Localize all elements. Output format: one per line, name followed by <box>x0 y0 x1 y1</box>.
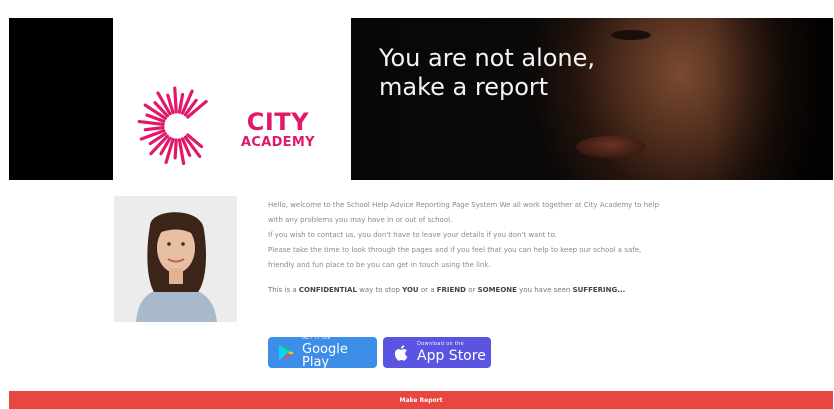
logo-ray <box>173 138 178 160</box>
hero-banner: CITY ACADEMY You are not alone, make a r… <box>9 18 833 180</box>
logo-panel: CITY ACADEMY <box>113 18 351 180</box>
conf-text: This is a <box>268 286 299 294</box>
hero-title: You are not alone, make a report <box>379 44 595 102</box>
logo-ray <box>143 126 165 132</box>
conf-text: or <box>465 286 478 294</box>
google-play-badge[interactable]: GET IT ON Google Play <box>268 335 377 370</box>
app-store-label: App Store <box>417 348 486 364</box>
logo-ray <box>137 119 165 126</box>
conf-text: you have seen <box>516 286 573 294</box>
staff-portrait-image <box>114 196 237 322</box>
conf-emphasis: FRIEND <box>436 286 466 294</box>
conf-emphasis: YOU <box>402 286 419 294</box>
hero-dark-band <box>9 18 113 180</box>
google-play-icon <box>279 344 294 361</box>
brand-name-line2: ACADEMY <box>241 135 315 150</box>
conf-text: or a <box>418 286 437 294</box>
staff-portrait <box>114 196 237 322</box>
conf-emphasis: SOMEONE <box>477 286 517 294</box>
brand-name-line1: CITY <box>246 108 310 136</box>
google-play-text: GET IT ON Google Play <box>302 335 377 370</box>
google-play-label: Google Play <box>302 342 348 370</box>
intro-text: Hello, welcome to the School Help Advice… <box>268 198 788 298</box>
city-academy-logo-icon <box>137 86 208 166</box>
logo-ray <box>177 92 185 114</box>
app-store-text: Download on the App Store <box>417 341 486 364</box>
intro-line: Please take the time to look through the… <box>268 246 642 254</box>
logo-ray <box>173 86 178 114</box>
page: CITY ACADEMY You are not alone, make a r… <box>0 0 834 409</box>
hero-photo-eye <box>611 30 651 40</box>
conf-emphasis: SUFFERING... <box>572 286 626 294</box>
app-store-small-label: Download on the <box>417 341 464 347</box>
hero-photo-lips <box>576 136 646 158</box>
conf-text: way to stop <box>356 286 403 294</box>
app-store-badge[interactable]: Download on the App Store <box>383 337 491 368</box>
intro-line: Hello, welcome to the School Help Advice… <box>268 201 659 209</box>
brand-name: CITY ACADEMY <box>241 110 315 149</box>
intro-line: with any problems you may have in or out… <box>268 216 453 224</box>
hero-title-line2: make a report <box>379 73 549 101</box>
make-report-label: Make Report <box>399 396 443 404</box>
hero-photo-shade <box>713 18 833 180</box>
hero-title-line1: You are not alone, <box>379 44 596 72</box>
make-report-button[interactable]: Make Report <box>9 391 833 409</box>
intro-line: If you wish to contact us, you don't hav… <box>268 231 557 239</box>
conf-emphasis: CONFIDENTIAL <box>298 286 357 294</box>
google-play-small-label: GET IT ON <box>302 335 331 341</box>
intro-line: friendly and fun place to be you can get… <box>268 261 491 269</box>
apple-icon <box>394 344 408 361</box>
confidential-statement: This is a CONFIDENTIAL way to stop YOU o… <box>268 283 788 298</box>
